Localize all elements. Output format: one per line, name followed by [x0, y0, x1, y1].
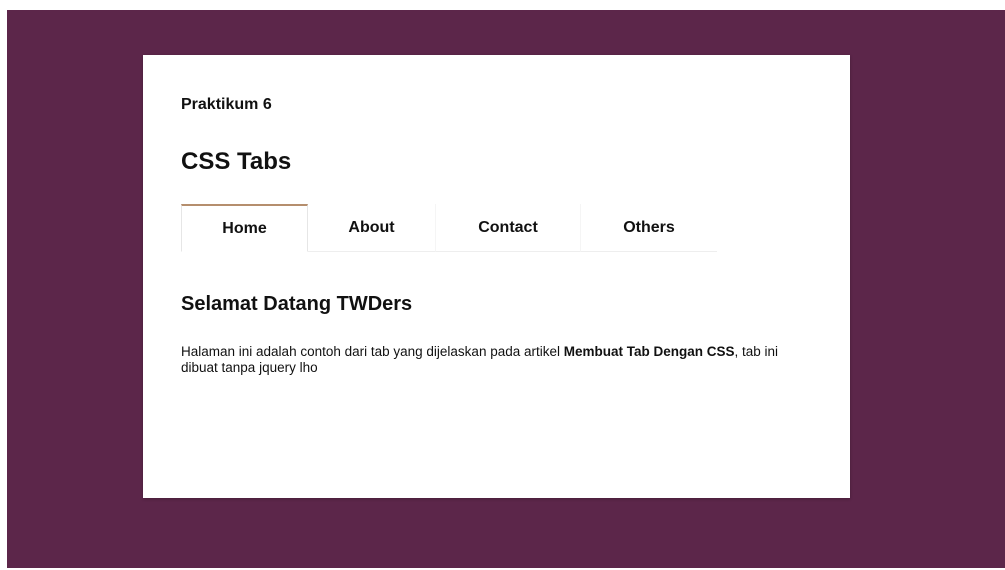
tab-content-text: Halaman ini adalah contoh dari tab yang …	[181, 344, 781, 376]
page-subtitle: Praktikum 6	[181, 96, 272, 113]
tab-others[interactable]: Others	[581, 204, 717, 252]
page-background: Praktikum 6 CSS Tabs Home About Contact …	[7, 10, 1005, 568]
content-text-before: Halaman ini adalah contoh dari tab yang …	[181, 344, 564, 359]
page-title: CSS Tabs	[181, 148, 292, 175]
tab-contact[interactable]: Contact	[436, 204, 581, 252]
tab-bar: Home About Contact Others	[181, 204, 717, 252]
tab-about[interactable]: About	[308, 204, 436, 252]
article-title: Membuat Tab Dengan CSS	[563, 344, 735, 359]
content-card: Praktikum 6 CSS Tabs Home About Contact …	[143, 55, 850, 498]
tab-content-heading: Selamat Datang TWDers	[181, 293, 413, 315]
tab-home[interactable]: Home	[181, 204, 308, 252]
